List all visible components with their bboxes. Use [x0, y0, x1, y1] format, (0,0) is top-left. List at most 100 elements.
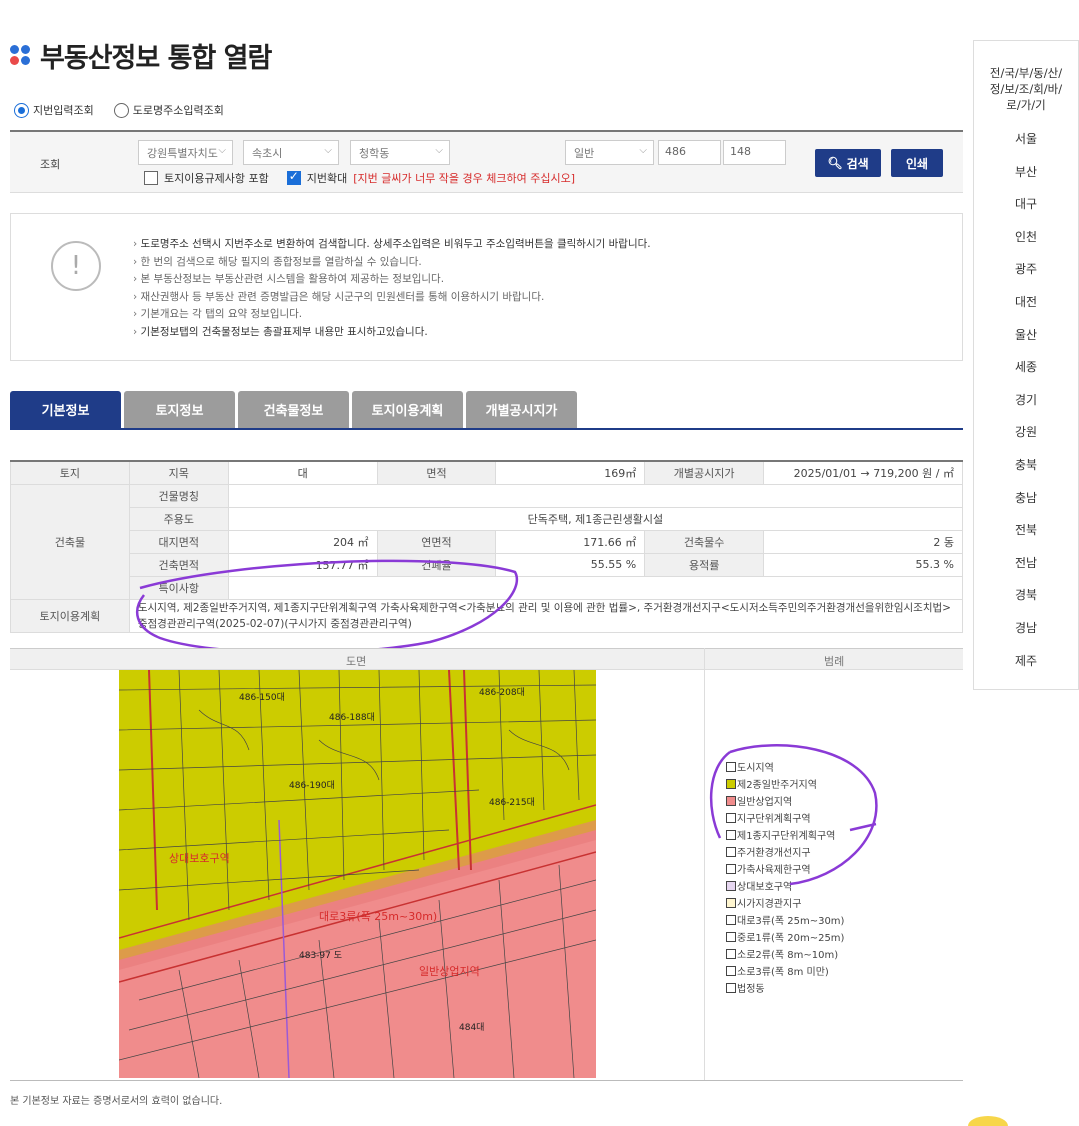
notice-item: 재산권행사 등 부동산 관련 증명발급은 해당 시군구의 민원센터를 통해 이용… [133, 289, 651, 307]
legend-item: 소로3류(폭 8m 미만) [726, 962, 844, 979]
map-lot-label: 486-215대 [489, 797, 535, 808]
legend-item-label: 대로3류(폭 25m~30m) [737, 916, 845, 927]
sidebar-item-gyeongbuk[interactable]: 경북 [974, 579, 1078, 612]
map-lot-label: 486-208대 [479, 687, 525, 698]
map-lot-label: 486-188대 [329, 712, 375, 723]
print-button[interactable]: 인쇄 [891, 149, 943, 177]
cadastral-map[interactable]: 486-188대 486-215대 486-190대 486-150대 486-… [119, 670, 596, 1078]
radio-jibun-circle[interactable] [14, 102, 29, 118]
sidebar-item-daegu[interactable]: 대구 [974, 188, 1078, 221]
cadastral-map-svg: 486-188대 486-215대 486-190대 486-150대 486-… [119, 670, 596, 1078]
bu-input[interactable]: 148 [723, 140, 786, 165]
map-header-label: 도면 [346, 655, 367, 668]
building-header: 건축물 [10, 483, 130, 600]
zoom-checkbox[interactable] [286, 169, 301, 185]
map-zone-label: 대로3류(폭 25m~30m) [319, 910, 437, 923]
legend-swatch [726, 982, 736, 993]
legend-item-label: 중로1류(폭 20m~25m) [737, 933, 845, 944]
zoom-label: 지번확대 [306, 172, 348, 185]
map-lot-label: 486-150대 [239, 692, 285, 703]
price-header: 개별공시지가 [644, 460, 765, 485]
tab-land[interactable]: 토지정보 [124, 391, 235, 428]
sidebar-item-seoul[interactable]: 서울 [974, 123, 1078, 156]
map-zone-label: 상대보호구역 [169, 852, 230, 865]
type-select[interactable]: 일반 ⌵ [565, 140, 654, 165]
legend-item: 소로2류(폭 8m~10m) [726, 945, 844, 962]
tab-building[interactable]: 건축물정보 [238, 391, 349, 428]
search-icon: 🔍︎ [827, 156, 843, 170]
sido-value: 강원특별자치도 [147, 147, 218, 160]
building-count-value: 2 동 [763, 529, 963, 554]
far-header: 용적률 [644, 552, 765, 577]
sigungu-select[interactable]: 속초시 ⌵ [243, 140, 339, 165]
jimok-value: 대 [227, 460, 378, 485]
land-reg-checkbox[interactable] [144, 171, 158, 185]
radio-road-label: 도로명주소입력조회 [132, 104, 224, 117]
sidebar-item-busan[interactable]: 부산 [974, 156, 1078, 189]
radio-road-circle[interactable] [113, 102, 129, 118]
map-zone-label: 일반상업지역 [419, 964, 480, 978]
map-lot-label: 486-190대 [289, 780, 335, 791]
sidebar-item-chungbuk[interactable]: 충북 [974, 449, 1078, 482]
floating-yellow-button[interactable] [968, 1116, 1008, 1126]
notice-item: 한 번의 검색으로 해당 필지의 종합정보를 열람하실 수 있습니다. [133, 254, 651, 272]
legend-swatch [726, 948, 736, 959]
search-mode-radios: 지번입력조회 도로명주소입력조회 [14, 102, 224, 118]
notice-item: 본 부동산정보는 부동산관련 시스템을 활용하여 제공하는 정보입니다. [133, 271, 651, 289]
land-plan-header: 토지이용계획 [10, 598, 130, 633]
chevron-down-icon: ⌵ [435, 145, 443, 156]
footnote: 본 기본정보 자료는 증명서로서의 효력이 없습니다. [10, 1096, 223, 1107]
search-button[interactable]: 🔍︎ 검색 [815, 149, 881, 177]
tab-price[interactable]: 개별공시지가 [466, 391, 577, 428]
region-list: 서울 부산 대구 인천 광주 대전 울산 세종 경기 강원 충북 충남 전북 전… [974, 123, 1078, 677]
sidebar-item-jeju[interactable]: 제주 [974, 645, 1078, 678]
radio-road[interactable]: 도로명주소입력조회 [113, 102, 224, 118]
legend-item: 대로3류(폭 25m~30m) [726, 911, 844, 928]
legend-item: 중로1류(폭 20m~25m) [726, 928, 844, 945]
region-sidebar: 전/국/부/동/산/정/보/조/회/바/로/가/기 서울 부산 대구 인천 광주… [973, 40, 1079, 690]
sidebar-item-gwangju[interactable]: 광주 [974, 253, 1078, 286]
sidebar-item-gyeongnam[interactable]: 경남 [974, 612, 1078, 645]
bon-input[interactable]: 486 [658, 140, 721, 165]
sidebar-item-daejeon[interactable]: 대전 [974, 286, 1078, 319]
legend-item-label: 소로3류(폭 8m 미만) [737, 967, 829, 978]
sidebar-item-gangwon[interactable]: 강원 [974, 416, 1078, 449]
land-reg-label: 토지이용규제사항 포함 [164, 172, 269, 185]
notice-box: ! 도로명주소 선택시 지번주소로 변환하여 검색합니다. 상세주소입력은 비워… [10, 213, 963, 361]
map-section-header: 도면 범례 [10, 648, 963, 670]
search-options: 토지이용규제사항 포함 지번확대 [지번 글씨가 너무 작을 경우 체크하여 주… [144, 169, 575, 186]
dong-select[interactable]: 청학동 ⌵ [350, 140, 450, 165]
sidebar-head-text: 전/국/부/동/산/정/보/조/회/바/로/가/기 [989, 66, 1063, 112]
map-lot-label: 484대 [459, 1022, 484, 1033]
legend-item: 법정동 [726, 979, 844, 996]
area-header: 면적 [376, 460, 497, 485]
annotation-ellipse-legend [709, 744, 878, 886]
sidebar-item-gyeonggi[interactable]: 경기 [974, 384, 1078, 417]
search-label: 조회 [40, 158, 61, 171]
sidebar-item-incheon[interactable]: 인천 [974, 221, 1078, 254]
notice-item: 도로명주소 선택시 지번주소로 변환하여 검색합니다. 상세주소입력은 비워두고… [133, 236, 651, 254]
legend-swatch [726, 931, 736, 942]
exclamation-icon: ! [51, 241, 101, 291]
sidebar-item-ulsan[interactable]: 울산 [974, 319, 1078, 352]
table-row: 주용도 단독주택, 제1종근린생활시설 [11, 506, 964, 531]
title-dots-icon [10, 44, 32, 67]
area-value: 169㎡ [495, 460, 646, 485]
use-value: 단독주택, 제1종근린생활시설 [227, 506, 964, 531]
sido-select[interactable]: 강원특별자치도 ⌵ [138, 140, 233, 165]
annotation-ellipse-table [136, 559, 518, 655]
tab-basic[interactable]: 기본정보 [10, 391, 121, 428]
legend-item-label: 소로2류(폭 8m~10m) [737, 950, 839, 961]
sidebar-item-jeonbuk[interactable]: 전북 [974, 514, 1078, 547]
radio-jibun[interactable]: 지번입력조회 [14, 102, 94, 118]
bname-header: 건물명칭 [128, 483, 229, 508]
legend-item: 시가지경관지구 [726, 894, 844, 911]
legend-header-label: 범례 [824, 655, 845, 668]
sidebar-item-chungnam[interactable]: 충남 [974, 482, 1078, 515]
sidebar-item-jeonnam[interactable]: 전남 [974, 547, 1078, 580]
legend-swatch [726, 965, 736, 976]
legend-swatch [726, 897, 736, 908]
sidebar-item-sejong[interactable]: 세종 [974, 351, 1078, 384]
tab-land-use[interactable]: 토지이용계획 [352, 391, 463, 428]
page-title: 부동산정보 통합 열람 [40, 43, 272, 74]
